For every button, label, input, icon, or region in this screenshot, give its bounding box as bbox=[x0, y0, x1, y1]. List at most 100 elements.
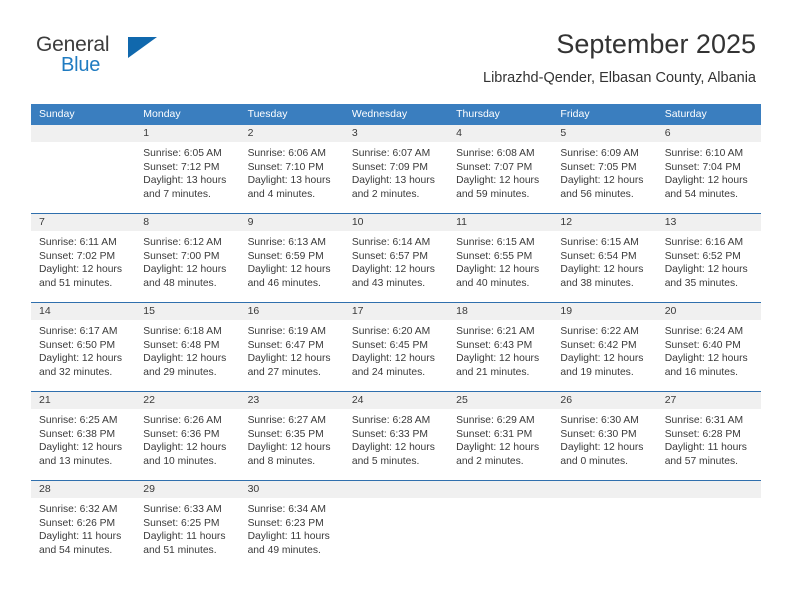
day-number-23[interactable]: 23 bbox=[240, 392, 344, 409]
day-number-22[interactable]: 22 bbox=[135, 392, 239, 409]
day-cell-9[interactable]: Sunrise: 6:13 AM Sunset: 6:59 PM Daylight:… bbox=[240, 231, 344, 302]
day-number-16[interactable]: 16 bbox=[240, 303, 344, 320]
day-number-30[interactable]: 30 bbox=[240, 481, 344, 498]
day-number-8[interactable]: 8 bbox=[135, 214, 239, 231]
day-cell-30[interactable]: Sunrise: 6:34 AM Sunset: 6:23 PM Daylight:… bbox=[240, 498, 344, 569]
day-number-4[interactable]: 4 bbox=[448, 125, 552, 142]
day-cell-12[interactable]: Sunrise: 6:15 AM Sunset: 6:54 PM Daylight:… bbox=[552, 231, 656, 302]
daylight-text-line1: Daylight: 12 hours bbox=[560, 442, 644, 454]
day-cell-19[interactable]: Sunrise: 6:22 AM Sunset: 6:42 PM Daylight:… bbox=[552, 320, 656, 391]
logo-text-blue: Blue bbox=[61, 54, 101, 76]
day-cell-11[interactable]: Sunrise: 6:15 AM Sunset: 6:55 PM Daylight:… bbox=[448, 231, 552, 302]
daylight-text-line1: Daylight: 12 hours bbox=[560, 175, 644, 187]
daylight-text-line2: and 7 minutes. bbox=[143, 188, 211, 200]
day-number-1[interactable]: 1 bbox=[135, 125, 239, 142]
sunset-text: Sunset: 6:52 PM bbox=[664, 250, 741, 262]
day-cell-6[interactable]: Sunrise: 6:10 AM Sunset: 7:04 PM Daylight:… bbox=[657, 142, 761, 213]
day-number-27[interactable]: 27 bbox=[657, 392, 761, 409]
day-cell-15[interactable]: Sunrise: 6:18 AM Sunset: 6:48 PM Daylight:… bbox=[135, 320, 239, 391]
daylight-text-line2: and 27 minutes. bbox=[247, 366, 321, 378]
day-cell-8[interactable]: Sunrise: 6:12 AM Sunset: 7:00 PM Daylight:… bbox=[135, 231, 239, 302]
sunrise-text: Sunrise: 6:14 AM bbox=[351, 237, 431, 248]
sunrise-text: Sunrise: 6:27 AM bbox=[247, 415, 326, 426]
day-number-11[interactable]: 11 bbox=[448, 214, 552, 231]
day-number-2[interactable]: 2 bbox=[240, 125, 344, 142]
day-cell-20[interactable]: Sunrise: 6:24 AM Sunset: 6:40 PM Daylight:… bbox=[657, 320, 761, 391]
day-cell-1[interactable]: Sunrise: 6:05 AM Sunset: 7:12 PM Daylight:… bbox=[135, 142, 239, 213]
day-cell-28[interactable]: Sunrise: 6:32 AM Sunset: 6:26 PM Daylight:… bbox=[31, 498, 135, 569]
day-cell-26[interactable]: Sunrise: 6:30 AM Sunset: 6:30 PM Daylight:… bbox=[552, 409, 656, 480]
day-cell-21[interactable]: Sunrise: 6:25 AM Sunset: 6:38 PM Daylight:… bbox=[31, 409, 135, 480]
day-cell-16[interactable]: Sunrise: 6:19 AM Sunset: 6:47 PM Daylight:… bbox=[240, 320, 344, 391]
day-cell-17[interactable]: Sunrise: 6:20 AM Sunset: 6:45 PM Daylight:… bbox=[344, 320, 448, 391]
day-number-28[interactable]: 28 bbox=[31, 481, 135, 498]
sunset-text: Sunset: 6:43 PM bbox=[456, 339, 533, 351]
day-cell-24[interactable]: Sunrise: 6:28 AM Sunset: 6:33 PM Daylight:… bbox=[344, 409, 448, 480]
sunset-text: Sunset: 7:02 PM bbox=[39, 250, 116, 262]
sunrise-text: Sunrise: 6:16 AM bbox=[664, 237, 744, 248]
sunrise-text: Sunrise: 6:29 AM bbox=[456, 415, 535, 426]
sunset-text: Sunset: 6:50 PM bbox=[39, 339, 116, 351]
day-number-21[interactable]: 21 bbox=[31, 392, 135, 409]
sunrise-text: Sunrise: 6:19 AM bbox=[247, 326, 326, 337]
day-cell-10[interactable]: Sunrise: 6:14 AM Sunset: 6:57 PM Daylight:… bbox=[344, 231, 448, 302]
day-cell-18[interactable]: Sunrise: 6:21 AM Sunset: 6:43 PM Daylight:… bbox=[448, 320, 552, 391]
day-number-18[interactable]: 18 bbox=[448, 303, 552, 320]
daylight-text-line1: Daylight: 12 hours bbox=[456, 264, 540, 276]
daylight-text-line2: and 49 minutes. bbox=[247, 544, 321, 556]
day-cell-27[interactable]: Sunrise: 6:31 AM Sunset: 6:28 PM Daylight:… bbox=[657, 409, 761, 480]
day-number-6[interactable]: 6 bbox=[657, 125, 761, 142]
day-cell-13[interactable]: Sunrise: 6:16 AM Sunset: 6:52 PM Daylight:… bbox=[657, 231, 761, 302]
day-number-20[interactable]: 20 bbox=[657, 303, 761, 320]
day-cell-14[interactable]: Sunrise: 6:17 AM Sunset: 6:50 PM Daylight:… bbox=[31, 320, 135, 391]
day-number-15[interactable]: 15 bbox=[135, 303, 239, 320]
day-number-19[interactable]: 19 bbox=[552, 303, 656, 320]
day-cell-29[interactable]: Sunrise: 6:33 AM Sunset: 6:25 PM Daylight:… bbox=[135, 498, 239, 569]
daylight-text-line2: and 2 minutes. bbox=[351, 188, 420, 200]
day-number-24[interactable]: 24 bbox=[344, 392, 448, 409]
daylight-text-line2: and 24 minutes. bbox=[351, 366, 426, 378]
day-number-17[interactable]: 17 bbox=[344, 303, 448, 320]
daylight-text-line1: Daylight: 13 hours bbox=[351, 175, 435, 187]
day-number-12[interactable]: 12 bbox=[552, 214, 656, 231]
sunset-text: Sunset: 6:42 PM bbox=[560, 339, 637, 351]
generalblue-logo[interactable]: General Blue bbox=[36, 33, 157, 83]
calendar-page: General Blue September 2025 Librazhd-Qen… bbox=[0, 0, 792, 612]
day-number-9[interactable]: 9 bbox=[240, 214, 344, 231]
day-cell-7[interactable]: Sunrise: 6:11 AM Sunset: 7:02 PM Daylight:… bbox=[31, 231, 135, 302]
day-cell-2[interactable]: Sunrise: 6:06 AM Sunset: 7:10 PM Daylight:… bbox=[240, 142, 344, 213]
day-number-7[interactable]: 7 bbox=[31, 214, 135, 231]
day-number-5[interactable]: 5 bbox=[552, 125, 656, 142]
daylight-text-line2: and 4 minutes. bbox=[247, 188, 316, 200]
sunrise-text: Sunrise: 6:32 AM bbox=[39, 504, 118, 515]
sunrise-text: Sunrise: 6:13 AM bbox=[247, 237, 326, 248]
sunrise-text: Sunrise: 6:34 AM bbox=[247, 504, 326, 515]
day-number-14[interactable]: 14 bbox=[31, 303, 135, 320]
sunset-text: Sunset: 7:10 PM bbox=[247, 161, 324, 173]
daylight-text-line1: Daylight: 12 hours bbox=[351, 264, 435, 276]
day-number-29[interactable]: 29 bbox=[135, 481, 239, 498]
day-cell-23[interactable]: Sunrise: 6:27 AM Sunset: 6:35 PM Daylight:… bbox=[240, 409, 344, 480]
daylight-text-line2: and 10 minutes. bbox=[143, 455, 217, 467]
weekday-header-friday: Friday bbox=[560, 108, 590, 120]
weekday-header-monday: Monday bbox=[143, 108, 181, 120]
sunset-text: Sunset: 6:35 PM bbox=[247, 428, 324, 440]
day-cell-4[interactable]: Sunrise: 6:08 AM Sunset: 7:07 PM Daylight:… bbox=[448, 142, 552, 213]
day-number-25[interactable]: 25 bbox=[448, 392, 552, 409]
daylight-text-line2: and 59 minutes. bbox=[456, 188, 530, 200]
title-block: September 2025 Librazhd-Qender, Elbasan … bbox=[483, 28, 756, 88]
day-number-3[interactable]: 3 bbox=[344, 125, 448, 142]
sunrise-text: Sunrise: 6:15 AM bbox=[456, 237, 535, 248]
day-number-10[interactable]: 10 bbox=[344, 214, 448, 231]
day-number-26[interactable]: 26 bbox=[552, 392, 656, 409]
day-number-13[interactable]: 13 bbox=[657, 214, 761, 231]
day-cell-3[interactable]: Sunrise: 6:07 AM Sunset: 7:09 PM Daylight:… bbox=[344, 142, 448, 213]
sunset-text: Sunset: 6:57 PM bbox=[351, 250, 428, 262]
sunset-text: Sunset: 6:31 PM bbox=[456, 428, 533, 440]
day-cell-5[interactable]: Sunrise: 6:09 AM Sunset: 7:05 PM Daylight:… bbox=[552, 142, 656, 213]
day-cell-22[interactable]: Sunrise: 6:26 AM Sunset: 6:36 PM Daylight:… bbox=[135, 409, 239, 480]
day-cell-25[interactable]: Sunrise: 6:29 AM Sunset: 6:31 PM Daylight:… bbox=[448, 409, 552, 480]
sunset-text: Sunset: 6:33 PM bbox=[351, 428, 428, 440]
calendar-week-row: 7 8 9 10 11 12 13 Sunrise: 6:11 AM Sunset: 7:02 … bbox=[31, 213, 761, 302]
calendar-weeks: 1 2 3 4 5 6 Sunrise: 6:05 AM Sunset: 7:12 PM Day… bbox=[31, 125, 761, 569]
